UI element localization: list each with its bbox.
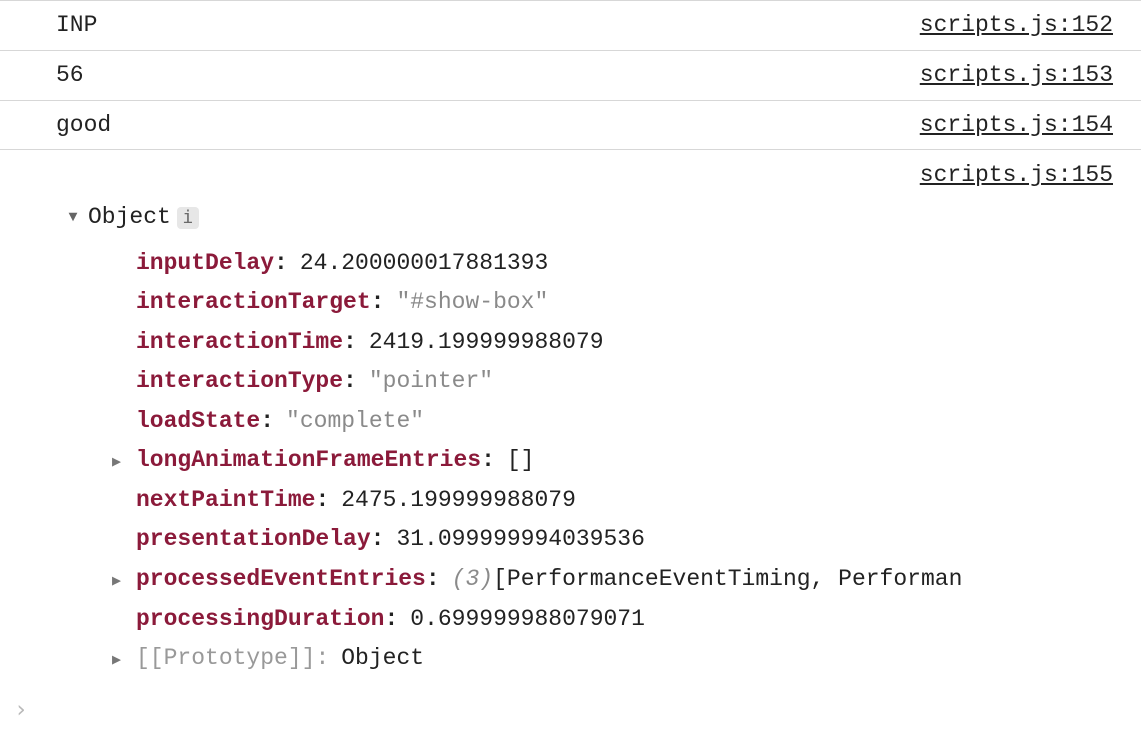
prop-key: [[Prototype]] [136,639,315,679]
prop-prototype[interactable]: ▶ [[Prototype]]:Object [112,639,1113,679]
console-prompt[interactable]: › [0,685,1141,724]
prop-key: processingDuration [136,600,384,640]
prop-value: Object [341,639,424,679]
prop-key: longAnimationFrameEntries [136,441,481,481]
log-message: 56 [56,57,84,94]
prop-value: 2419.199999988079 [369,323,604,363]
prop-key: interactionTime [136,323,343,363]
prop-key: interactionTarget [136,283,371,323]
object-title[interactable]: ▼ Object i [64,198,199,238]
object-properties: inputDelay:24.200000017881393 interactio… [56,244,1113,679]
prop-inputDelay[interactable]: inputDelay:24.200000017881393 [112,244,1113,284]
object-label: Object [88,198,171,238]
disclosure-down-icon[interactable]: ▼ [64,205,82,231]
prop-value: 2475.199999988079 [341,481,576,521]
prop-value: 0.699999988079071 [410,600,645,640]
prop-value: 31.099999994039536 [396,520,644,560]
info-icon[interactable]: i [177,207,199,229]
source-link[interactable]: scripts.js:152 [920,7,1113,44]
prop-processingDuration[interactable]: processingDuration:0.699999988079071 [112,600,1113,640]
console-panel: INP scripts.js:152 56 scripts.js:153 goo… [0,0,1141,755]
prop-interactionType[interactable]: interactionType:"pointer" [112,362,1113,402]
prop-processedEventEntries[interactable]: ▶ processedEventEntries:(3) [Performance… [112,560,1113,600]
source-link[interactable]: scripts.js:155 [920,156,1113,196]
prop-value: "#show-box" [396,283,548,323]
prop-value: 24.200000017881393 [300,244,548,284]
prop-key: presentationDelay [136,520,371,560]
object-header-row: scripts.js:155 [56,156,1113,196]
log-row: INP scripts.js:152 [0,0,1141,51]
prop-count: (3) [452,560,493,600]
prop-loadState[interactable]: loadState:"complete" [112,402,1113,442]
object-log-row: scripts.js:155 ▼ Object i inputDelay:24.… [0,150,1141,684]
prop-interactionTime[interactable]: interactionTime:2419.199999988079 [112,323,1113,363]
prop-value: [PerformanceEventTiming, Performan [493,560,962,600]
prop-nextPaintTime[interactable]: nextPaintTime:2475.199999988079 [112,481,1113,521]
disclosure-right-icon[interactable]: ▶ [112,648,136,674]
source-link[interactable]: scripts.js:153 [920,57,1113,94]
source-link[interactable]: scripts.js:154 [920,107,1113,144]
prop-value: [] [507,441,535,481]
disclosure-right-icon[interactable]: ▶ [112,450,136,476]
prop-presentationDelay[interactable]: presentationDelay:31.099999994039536 [112,520,1113,560]
prop-key: processedEventEntries [136,560,426,600]
prop-key: inputDelay [136,244,274,284]
log-row: good scripts.js:154 [0,101,1141,151]
disclosure-right-icon[interactable]: ▶ [112,569,136,595]
prop-interactionTarget[interactable]: interactionTarget:"#show-box" [112,283,1113,323]
log-row: 56 scripts.js:153 [0,51,1141,101]
log-message: INP [56,7,97,44]
prop-longAnimationFrameEntries[interactable]: ▶ longAnimationFrameEntries:[] [112,441,1113,481]
chevron-right-icon: › [14,697,28,723]
prop-key: interactionType [136,362,343,402]
prop-value: "pointer" [369,362,493,402]
prop-key: nextPaintTime [136,481,315,521]
prop-key: loadState [136,402,260,442]
log-message: good [56,107,111,144]
prop-value: "complete" [286,402,424,442]
